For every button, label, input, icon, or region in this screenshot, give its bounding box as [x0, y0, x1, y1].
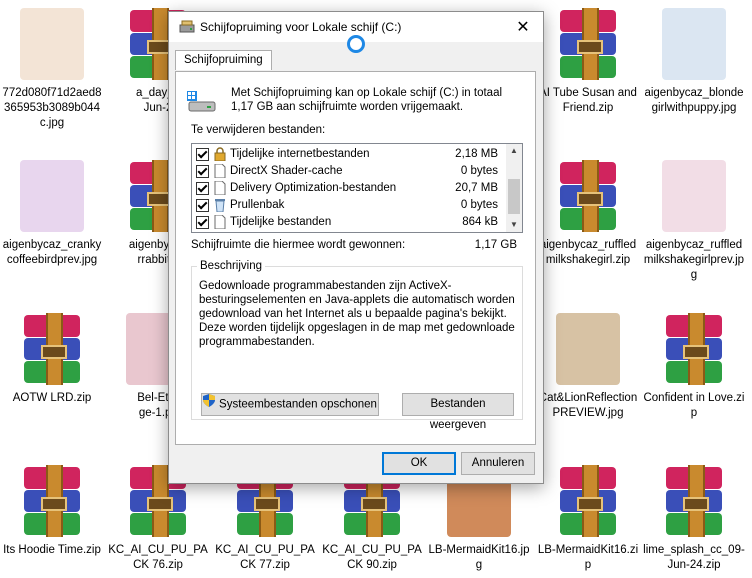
- desktop-icon-label: AOTW LRD.zip: [12, 392, 92, 404]
- desktop-icon-label: Its Hoodie Time.zip: [3, 544, 101, 556]
- file-category-row[interactable]: DirectX Shader-cache 0 bytes: [192, 163, 504, 180]
- archive-icon: [20, 313, 84, 385]
- desktop-icon[interactable]: LB-MermaidKit16.zip: [536, 465, 640, 573]
- drive-icon: [185, 89, 217, 113]
- archive-icon: [662, 465, 726, 537]
- desktop-icon[interactable]: Its Hoodie Time.zip: [0, 465, 104, 558]
- file-category-checkbox[interactable]: [196, 148, 209, 161]
- desktop-icon-label: AI Tube Susan and Friend.zip: [539, 87, 637, 114]
- desktop-icon[interactable]: aigenbycaz_ruffledmilkshakegirl.zip: [536, 160, 640, 268]
- desktop-icon[interactable]: 772d080f71d2aed8365953b3089b044c.jpg: [0, 8, 104, 131]
- desktop-icon-label: LB-MermaidKit16.jpg: [428, 544, 530, 571]
- file-category-name: Tijdelijke internetbestanden: [230, 148, 370, 160]
- desktop-icon-label: Confident in Love.zip: [643, 392, 745, 419]
- file-category-name: Delivery Optimization-bestanden: [230, 182, 397, 194]
- files-scrollbar[interactable]: ▲ ▼: [506, 144, 522, 232]
- scroll-thumb[interactable]: [508, 179, 520, 214]
- file-category-size: 0 bytes: [460, 165, 498, 177]
- files-list[interactable]: Tijdelijke internetbestanden 2,18 MB Direc…: [191, 143, 523, 233]
- files-heading: Te verwijderen bestanden:: [191, 124, 326, 136]
- desktop-icon-label: aigenbycaz_cranky coffeebirdprev.jpg: [2, 239, 102, 266]
- file-category-checkbox[interactable]: [196, 182, 209, 195]
- space-gain-label: Schijfruimte die hiermee wordt gewonnen:: [191, 239, 406, 251]
- desktop-icon-label: KC_AI_CU_PU_PACK 90.zip: [322, 544, 422, 571]
- desktop-icon[interactable]: aigenbycaz_ruffledmilkshakegirlprev.jpg: [642, 160, 746, 283]
- file-icon: [214, 163, 226, 179]
- shield-icon: [203, 394, 216, 415]
- dialog-title: Schijfopruiming voor Lokale schijf (C:): [200, 20, 402, 34]
- lock-icon: [214, 147, 226, 162]
- cleanup-system-files-label: Systeembestanden opschonen: [219, 398, 377, 411]
- space-gain-value: 1,17 GB: [474, 239, 517, 251]
- desktop-icon-label: KC_AI_CU_PU_PACK 77.zip: [215, 544, 315, 571]
- desktop-icon-label: aigenbycaz_blondegirlwithpuppy.jpg: [644, 87, 744, 114]
- scroll-down-icon[interactable]: ▼: [506, 218, 522, 232]
- tab-disk-cleanup[interactable]: Schijfopruiming: [175, 50, 272, 70]
- desktop-icon-label: aigenbycaz_ruffledmilkshakegirlprev.jpg: [643, 239, 745, 281]
- desktop-icon[interactable]: aigenbycaz_blondegirlwithpuppy.jpg: [642, 8, 746, 116]
- file-category-size: 20,7 MB: [455, 182, 498, 194]
- desktop-icon-label: lime_splash_cc_09-Jun-24.zip: [643, 544, 745, 571]
- view-files-button[interactable]: Bestanden weergeven: [402, 393, 514, 431]
- file-category-size: 864 kB: [462, 216, 498, 228]
- desktop-icon[interactable]: Cat&LionReflectionPREVIEW.jpg: [536, 313, 640, 421]
- desktop-icon[interactable]: lime_splash_cc_09-Jun-24.zip: [642, 465, 746, 573]
- close-icon[interactable]: ✕: [513, 17, 533, 37]
- image-thumbnail-icon: [20, 160, 84, 232]
- image-thumbnail-icon: [662, 8, 726, 80]
- desktop-icon[interactable]: aigenbycaz_cranky coffeebirdprev.jpg: [0, 160, 104, 268]
- desktop-icon-label: aigenbycaz_ruffledmilkshakegirl.zip: [539, 239, 637, 266]
- desktop-icon[interactable]: AOTW LRD.zip: [0, 313, 104, 406]
- file-category-name: Prullenbak: [230, 199, 285, 211]
- archive-icon: [20, 465, 84, 537]
- file-category-row[interactable]: Delivery Optimization-bestanden 20,7 MB: [192, 180, 504, 197]
- desktop-icon-label: 772d080f71d2aed8365953b3089b044c.jpg: [2, 87, 102, 129]
- file-category-size: 2,18 MB: [455, 148, 498, 160]
- archive-icon: [556, 465, 620, 537]
- cleanup-system-files-button[interactable]: Systeembestanden opschonen: [201, 393, 379, 416]
- file-category-row[interactable]: Prullenbak 0 bytes: [192, 197, 504, 214]
- disk-cleanup-dialog: Schijfopruiming voor Lokale schijf (C:) …: [168, 11, 544, 484]
- archive-icon: [556, 8, 620, 80]
- image-thumbnail-icon: [20, 8, 84, 80]
- image-thumbnail-icon: [662, 160, 726, 232]
- cancel-button[interactable]: Annuleren: [461, 452, 535, 475]
- ok-button[interactable]: OK: [382, 452, 456, 475]
- file-category-name: DirectX Shader-cache: [230, 165, 343, 177]
- busy-cursor-icon: [347, 35, 365, 53]
- file-category-row[interactable]: Tijdelijke bestanden 864 kB: [192, 214, 504, 231]
- intro-text: Met Schijfopruiming kan op Lokale schijf…: [231, 87, 503, 113]
- recycle-bin-icon: [214, 198, 226, 213]
- file-icon: [214, 180, 226, 196]
- file-category-checkbox[interactable]: [196, 216, 209, 229]
- scroll-up-icon[interactable]: ▲: [506, 144, 522, 158]
- file-category-name: Tijdelijke bestanden: [230, 216, 332, 228]
- file-category-size: 0 bytes: [460, 199, 498, 211]
- desktop-icon[interactable]: AI Tube Susan and Friend.zip: [536, 8, 640, 116]
- archive-icon: [662, 313, 726, 385]
- file-category-row[interactable]: Tijdelijke internetbestanden 2,18 MB: [192, 146, 504, 163]
- desktop-icon-label: LB-MermaidKit16.zip: [537, 544, 639, 571]
- archive-icon: [556, 160, 620, 232]
- file-icon: [214, 214, 226, 230]
- description-title: Beschrijving: [197, 260, 265, 272]
- disk-cleanup-icon: [179, 20, 195, 33]
- image-thumbnail-icon: [556, 313, 620, 385]
- file-category-checkbox[interactable]: [196, 199, 209, 212]
- desktop-icon[interactable]: Confident in Love.zip: [642, 313, 746, 421]
- desktop-icon-label: KC_AI_CU_PU_PACK 76.zip: [108, 544, 208, 571]
- file-category-checkbox[interactable]: [196, 165, 209, 178]
- description-text: Gedownloade programmabestanden zijn Acti…: [199, 280, 515, 348]
- desktop-icon-label: Cat&LionReflectionPREVIEW.jpg: [538, 392, 638, 419]
